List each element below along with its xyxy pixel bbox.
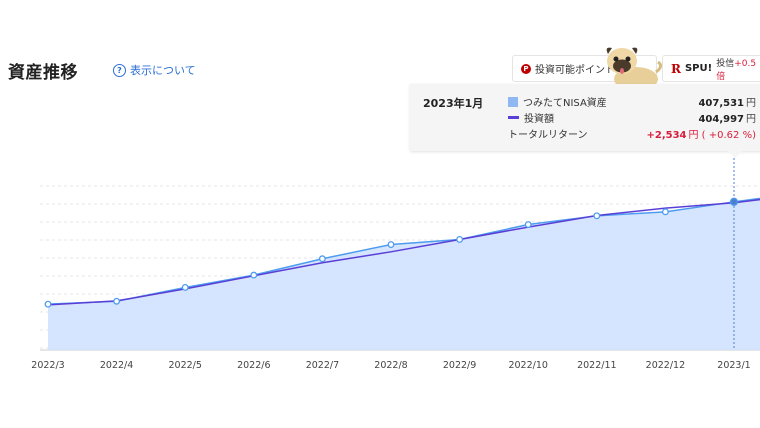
spu-button[interactable]: R SPU! 投信+0.5倍	[662, 55, 760, 82]
x-tick-label: 2022/4	[100, 360, 133, 371]
spu-sub: 投信+0.5倍	[716, 58, 757, 82]
data-point[interactable]	[113, 297, 121, 305]
assets-swatch	[508, 96, 518, 107]
tooltip-month: 2023年1月	[423, 97, 484, 110]
tooltip-legend-assets: つみたてNISA資産	[508, 94, 607, 109]
data-point[interactable]	[387, 241, 395, 248]
data-point[interactable]	[44, 300, 52, 308]
data-point[interactable]	[593, 212, 601, 220]
asset-area	[48, 198, 760, 350]
x-axis-labels: 2022/3 2022/4 2022/5 2022/6 2022/7 2022/8 2022…	[31, 360, 750, 371]
x-tick-label: 2023/1	[717, 360, 750, 371]
x-tick-label: 2022/3	[31, 360, 64, 371]
data-point[interactable]	[181, 284, 189, 291]
asset-chart[interactable]: 2022/3 2022/4 2022/5 2022/6 2022/7 2022/8 2022…	[0, 150, 760, 380]
data-tooltip: 2023年1月 つみたてNISA資産 投資額 トータルリターン 407,531 円…	[410, 84, 760, 158]
x-tick-label: 2022/6	[237, 360, 270, 371]
tooltip-assets-value: 407,531 円	[698, 98, 756, 109]
tooltip-invested-value: 404,997 円	[698, 114, 756, 125]
x-tick-label: 2022/10	[508, 360, 547, 371]
point-icon: P	[521, 63, 531, 74]
question-icon: ?	[113, 63, 126, 77]
x-tick-label: 2022/12	[646, 360, 685, 371]
data-point[interactable]	[456, 236, 464, 243]
x-tick-label: 2022/7	[306, 360, 339, 371]
x-tick-label: 2022/5	[168, 360, 201, 371]
page-title: 資産推移	[8, 63, 78, 83]
x-tick-label: 2022/11	[577, 360, 616, 371]
data-point[interactable]	[661, 208, 669, 216]
data-point[interactable]	[729, 197, 739, 206]
x-tick-label: 2022/8	[374, 360, 407, 371]
rakuten-r-icon: R	[671, 61, 681, 76]
spu-label: SPU!	[684, 63, 713, 74]
invested-swatch	[508, 116, 519, 119]
data-point[interactable]	[318, 255, 326, 263]
help-link-label: 表示について	[130, 64, 196, 77]
data-point[interactable]	[250, 271, 258, 279]
tooltip-legend-invested: 投資額	[508, 110, 554, 125]
tooltip-legend-return: トータルリターン	[508, 130, 588, 141]
data-point[interactable]	[524, 221, 532, 228]
x-tick-label: 2022/9	[443, 360, 476, 371]
tooltip-return-value: +2,534 円 ( +0.62 %)	[646, 130, 756, 141]
help-link[interactable]: ? 表示について	[113, 62, 196, 78]
